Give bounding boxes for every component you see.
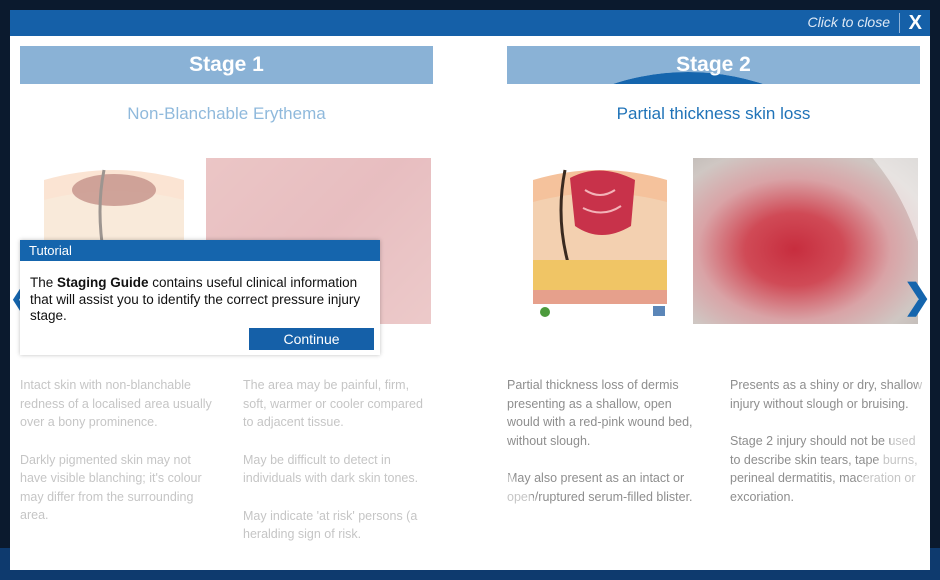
- close-separator: [899, 13, 900, 33]
- spotlight-stage-2-desc-left: Partial thickness loss of dermis present…: [507, 376, 707, 525]
- spotlight-stage-2-desc-right: Presents as a shiny or dry, shallow inju…: [730, 376, 925, 525]
- next-arrow-icon[interactable]: ❯: [903, 280, 930, 314]
- tutorial-title: Tutorial: [20, 240, 380, 261]
- stage-1-desc-right-2: May be difficult to detect in individual…: [243, 452, 419, 486]
- spotlight-stage-2-subtitle: Partial thickness skin loss: [616, 104, 811, 123]
- tutorial-text-before: The: [30, 275, 58, 290]
- tutorial-text: The Staging Guide contains useful clinic…: [20, 261, 380, 325]
- close-icon[interactable]: X: [909, 10, 922, 36]
- spotlight-stage-2-desc-left-2: May also present as an intact or open/ru…: [507, 471, 693, 504]
- click-to-close-link[interactable]: Click to close: [808, 14, 890, 30]
- modal-title-bar: Click to close X: [10, 10, 930, 36]
- continue-button[interactable]: Continue: [249, 328, 374, 350]
- stage-1-subtitle: Non-Blanchable Erythema: [127, 104, 326, 123]
- spotlight-content: Stage 1 Non-Blanchable Erythema Intact s…: [447, 72, 929, 554]
- spotlight-stage-2-desc-left-1: Partial thickness loss of dermis present…: [507, 378, 693, 448]
- spotlight-circle: Stage 1 Non-Blanchable Erythema Intact s…: [447, 72, 929, 554]
- stage-1-desc-right: The area may be painful, firm, soft, war…: [243, 376, 433, 563]
- stage-1-desc-left-1: Intact skin with non-blanchable redness …: [20, 378, 212, 429]
- spotlight-stage-2-photo: [693, 158, 918, 324]
- spotlight-stage-2-diagram: [525, 160, 675, 330]
- stage-1-desc-left-2: Darkly pigmented skin may not have visib…: [20, 452, 202, 523]
- stage-1-desc-right-1: The area may be painful, firm, soft, war…: [243, 378, 423, 429]
- stage-1-desc-left: Intact skin with non-blanchable redness …: [20, 376, 220, 544]
- stage-1-header: Stage 1: [20, 46, 433, 84]
- stage-1-desc-right-3: May indicate 'at risk' persons (a herald…: [243, 508, 418, 542]
- spotlight-stage-2-desc-right-1: Presents as a shiny or dry, shallow inju…: [730, 378, 923, 411]
- tutorial-popup: Tutorial The Staging Guide contains usef…: [20, 240, 380, 355]
- spotlight-stage-2-header: Stage 2: [507, 72, 920, 84]
- spotlight-stage-2-desc-right-2: Stage 2 injury should not be used to des…: [730, 434, 918, 504]
- tutorial-text-bold: Staging Guide: [57, 275, 149, 290]
